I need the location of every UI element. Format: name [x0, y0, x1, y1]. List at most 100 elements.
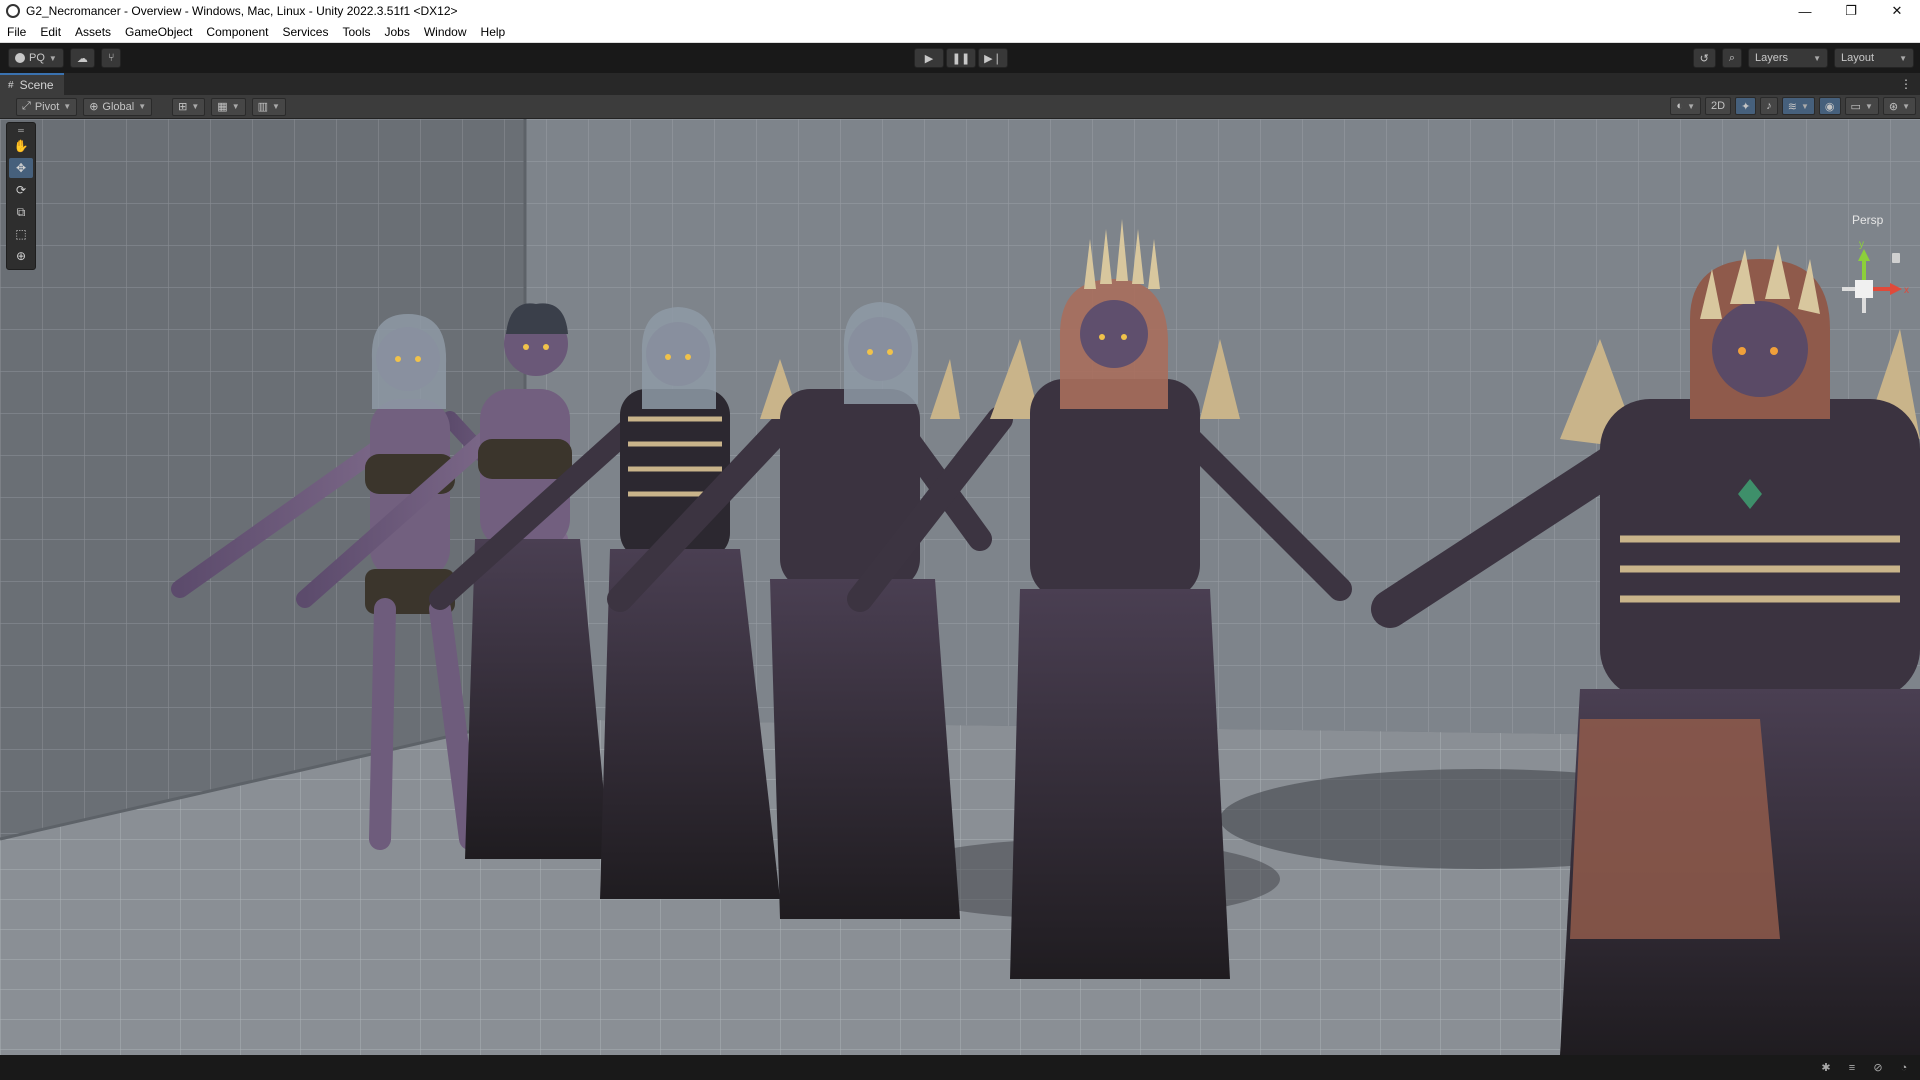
grid-snap-dropdown[interactable]: ⊞ ▼ — [172, 97, 206, 116]
grid-icon: ▦ — [217, 101, 228, 113]
ruler-icon: ▥ — [257, 101, 269, 113]
menu-jobs[interactable]: Jobs — [377, 22, 416, 43]
palette-handle[interactable]: ═ — [9, 126, 33, 135]
account-dropdown[interactable]: PQ ▼ — [8, 48, 64, 68]
camera-icon: ▭ — [1850, 100, 1861, 113]
increment-snap-dropdown[interactable]: ▥ ▼ — [251, 97, 286, 116]
account-label: PQ — [29, 52, 45, 64]
chevron-down-icon: ▼ — [1687, 101, 1695, 111]
pivot-dropdown[interactable]: ⤢ Pivot ▼ — [16, 97, 78, 116]
hand-tool-button[interactable]: ✋ — [9, 136, 33, 156]
pivot-label: Pivot — [34, 100, 60, 113]
layers-effects-icon: ≋ — [1787, 100, 1797, 113]
menu-help[interactable]: Help — [474, 22, 513, 43]
menu-gameobject[interactable]: GameObject — [118, 22, 199, 43]
pause-icon: ❚❚ — [951, 52, 971, 65]
layout-dropdown[interactable]: Layout ▼ — [1834, 48, 1914, 68]
chevron-down-icon: ▼ — [1899, 53, 1907, 63]
toggle-2d-button[interactable]: 2D — [1705, 97, 1732, 115]
search-button[interactable]: ⌕ — [1721, 48, 1742, 68]
tab-scene[interactable]: # Scene — [0, 73, 64, 95]
audio-icon: ♪ — [1766, 100, 1772, 112]
chevron-down-icon: ▼ — [63, 102, 72, 111]
more-options-icon[interactable]: ⋮ — [1900, 77, 1920, 91]
camera-projection-label[interactable]: Persp — [1852, 213, 1883, 227]
cloud-icon: ☁ — [76, 52, 88, 65]
grid-visibility-dropdown[interactable]: ▦ ▼ — [211, 97, 246, 116]
lock-icon — [1892, 253, 1900, 263]
scale-tool-button[interactable]: ⧉ — [9, 202, 33, 222]
chevron-down-icon: ▼ — [1902, 101, 1910, 111]
window-title: G2_Necromancer - Overview - Windows, Mac… — [26, 4, 458, 18]
menu-services[interactable]: Services — [275, 22, 335, 43]
menu-assets[interactable]: Assets — [68, 22, 118, 43]
restore-button[interactable]: ❐ — [1828, 0, 1874, 22]
rotate-tool-button[interactable]: ⟳ — [9, 180, 33, 200]
tools-palette: ═ ✋ ✥ ⟳ ⧉ ⬚ ⊕ — [6, 122, 36, 270]
close-button[interactable]: ✕ — [1874, 0, 1920, 22]
grid-snap-icon: ⊞ — [178, 101, 188, 113]
audio-toggle[interactable]: ♪ — [1760, 97, 1778, 115]
network-icon[interactable]: ⊘ — [1870, 1061, 1886, 1075]
menu-tools[interactable]: Tools — [335, 22, 377, 43]
play-controls: ▶ ❚❚ ▶❘ — [914, 48, 1008, 68]
svg-text:y: y — [1859, 239, 1864, 250]
chevron-down-icon: ▼ — [1801, 101, 1809, 111]
hand-icon: ✋ — [13, 139, 29, 153]
scene-icon: # — [8, 79, 14, 91]
chevron-down-icon: ▼ — [191, 102, 200, 111]
gizmos-icon: ⊛ — [1888, 100, 1899, 113]
menu-edit[interactable]: Edit — [33, 22, 68, 43]
rect-icon: ⬚ — [15, 227, 27, 241]
toolbar-right: ↺ ⌕ Layers ▼ Layout ▼ — [1692, 48, 1914, 68]
transform-icon: ⊕ — [15, 249, 27, 263]
account-icon — [15, 53, 25, 63]
play-button[interactable]: ▶ — [914, 48, 944, 68]
step-button[interactable]: ▶❘ — [978, 48, 1008, 68]
draw-mode-dropdown[interactable]: ◐ ▼ — [1670, 97, 1701, 115]
undo-history-button[interactable]: ↺ — [1692, 48, 1716, 68]
unity-app-icon — [6, 4, 20, 18]
layout-label: Layout — [1841, 52, 1875, 64]
search-icon: ⌕ — [1728, 51, 1735, 64]
menu-file[interactable]: File — [0, 22, 33, 43]
menu-window[interactable]: Window — [417, 22, 474, 43]
scene-view-options: ◐ ▼ 2D ✦ ♪ ≋ ▼ ◉ ▭ ▼ ⊛ ▼ — [1670, 97, 1916, 115]
stack-icon[interactable]: ≡ — [1844, 1061, 1860, 1075]
chevron-down-icon: ▼ — [138, 102, 147, 111]
layers-dropdown[interactable]: Layers ▼ — [1748, 48, 1828, 68]
global-label: Global — [102, 100, 135, 113]
cloud-button[interactable]: ☁ — [69, 48, 95, 68]
scale-icon: ⧉ — [16, 204, 26, 219]
chevron-down-icon: ▼ — [1813, 53, 1821, 63]
minimize-button[interactable]: — — [1782, 0, 1828, 22]
scene-viewport[interactable]: y x — [0, 119, 1920, 1055]
menu-component[interactable]: Component — [199, 22, 275, 43]
bug-icon[interactable]: ✱ — [1818, 1061, 1834, 1075]
history-icon: ↺ — [1699, 52, 1709, 65]
gizmos-dropdown[interactable]: ⊛ ▼ — [1882, 97, 1916, 115]
lightbulb-icon: ✦ — [1741, 100, 1751, 113]
move-tool-button[interactable]: ✥ — [9, 158, 33, 178]
chevron-down-icon: ▼ — [1864, 101, 1873, 111]
pivot-icon: ⤢ — [22, 100, 31, 112]
effects-dropdown[interactable]: ≋ ▼ — [1781, 97, 1815, 115]
transform-tool-button[interactable]: ⊕ — [9, 246, 33, 266]
lighting-toggle[interactable]: ✦ — [1735, 97, 1757, 115]
rect-tool-button[interactable]: ⬚ — [9, 224, 33, 244]
global-dropdown[interactable]: ⊕ Global ▼ — [83, 97, 153, 116]
status-bar: ✱ ≡ ⊘ ◔ — [0, 1055, 1920, 1080]
play-icon: ▶ — [924, 52, 934, 65]
pause-button[interactable]: ❚❚ — [946, 48, 976, 68]
step-icon: ▶❘ — [984, 52, 1002, 65]
camera-dropdown[interactable]: ▭ ▼ — [1844, 97, 1879, 115]
chevron-down-icon: ▼ — [48, 53, 57, 63]
window-titlebar: G2_Necromancer - Overview - Windows, Mac… — [0, 0, 1920, 22]
hidden-objects-toggle[interactable]: ◉ — [1818, 97, 1841, 115]
scene-render: y x — [0, 119, 1920, 1055]
toggle-2d-label: 2D — [1711, 100, 1726, 112]
menu-bar: File Edit Assets GameObject Component Se… — [0, 22, 1920, 43]
progress-icon[interactable]: ◔ — [1896, 1061, 1912, 1075]
move-icon: ✥ — [15, 161, 27, 175]
version-control-button[interactable]: ⑂ — [100, 48, 122, 68]
